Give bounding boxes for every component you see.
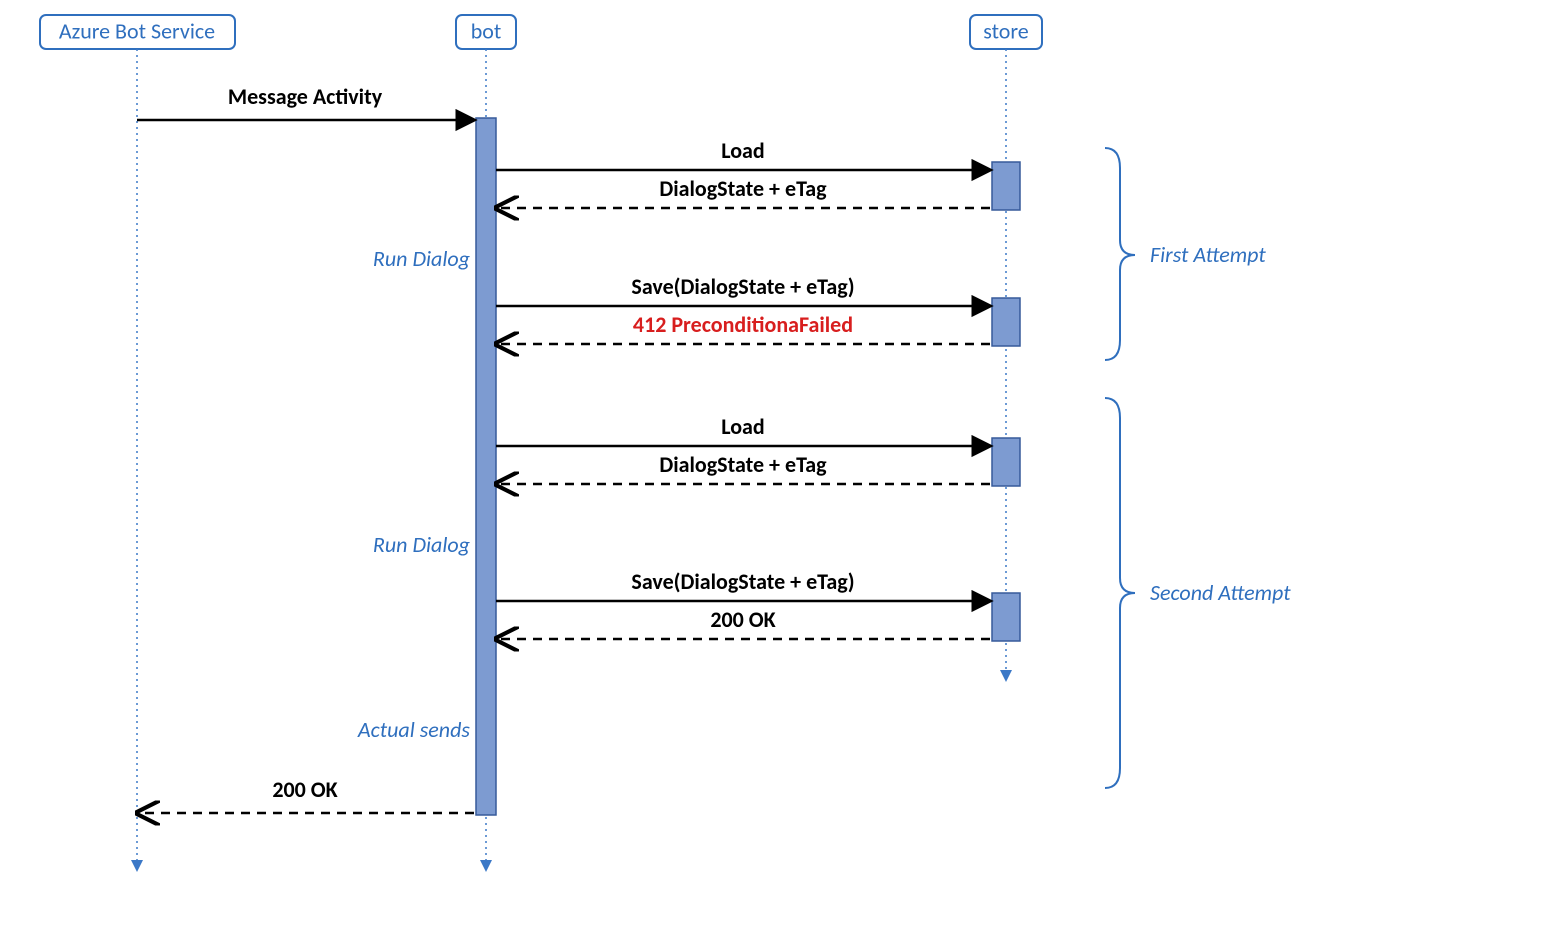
svg-text:Azure Bot Service: Azure Bot Service [59,17,215,44]
label-save-1: Save(DialogState + eTag) [631,273,854,300]
brace-first-attempt [1105,148,1135,360]
actor-bot: bot [456,15,516,49]
label-dialogstate-2: DialogState + eTag [659,451,827,478]
label-message-activity: Message Activity [228,83,383,110]
activation-store-1 [992,162,1020,210]
label-return-200: 200 OK [272,776,337,803]
actor-azure: Azure Bot Service [40,15,235,49]
label-200ok: 200 OK [710,606,775,633]
activation-bot [476,118,496,815]
activation-store-2 [992,298,1020,346]
label-save-2: Save(DialogState + eTag) [631,568,854,595]
note-run-dialog-1: Run Dialog [373,245,471,272]
label-412: 412 PreconditionaFailed [633,311,853,338]
activation-store-4 [992,593,1020,641]
label-dialogstate-1: DialogState + eTag [659,175,827,202]
brace-second-attempt [1105,398,1135,788]
label-load-1: Load [721,137,764,164]
label-first-attempt: First Attempt [1150,241,1266,268]
svg-text:store: store [983,17,1028,44]
activation-store-3 [992,438,1020,486]
label-second-attempt: Second Attempt [1150,579,1291,606]
sequence-diagram: Azure Bot Service bot store Message Acti… [0,0,1564,934]
note-actual-sends: Actual sends [357,716,471,743]
svg-text:bot: bot [471,17,502,44]
note-run-dialog-2: Run Dialog [373,531,471,558]
actor-store: store [970,15,1042,49]
label-load-2: Load [721,413,764,440]
